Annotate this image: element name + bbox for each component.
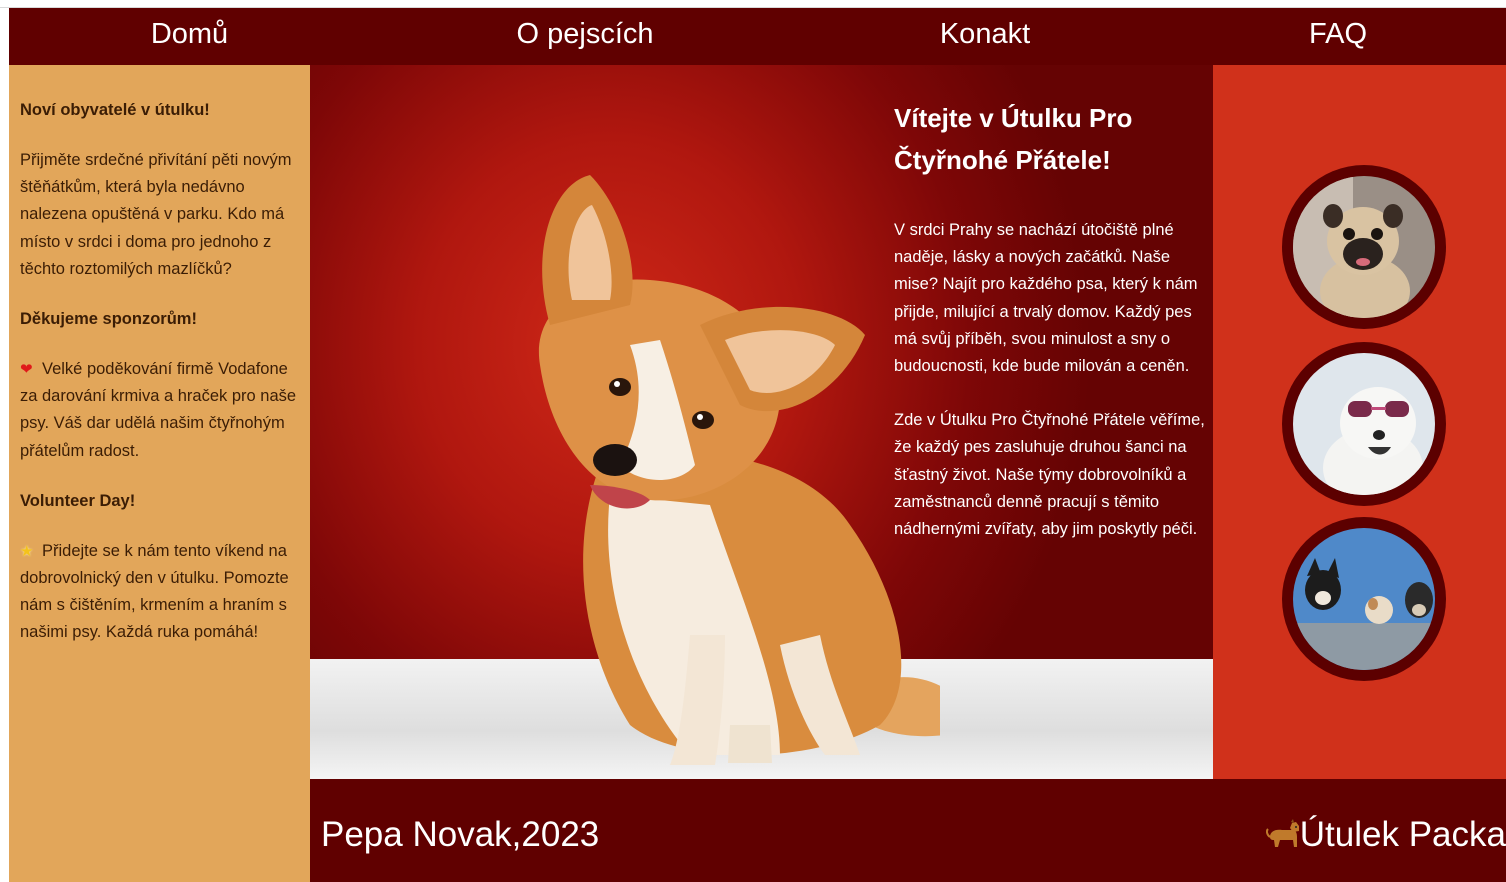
star-icon: ★ <box>20 542 34 560</box>
heart-icon: ❤ <box>20 361 33 379</box>
page-footer: Pepa Novak,2023 Útulek Packa <box>310 779 1506 882</box>
welcome-paragraph-2: Zde v Útulku Pro Čtyřnohé Přátele věříme… <box>894 411 1205 539</box>
sponsors-title: Děkujeme sponzorům! <box>20 310 197 329</box>
footer-author: Pepa Novak,2023 <box>321 815 600 854</box>
sponsors-paragraph: ❤ Velké poděkování firmě Vodafone za daro… <box>20 356 298 465</box>
footer-sidebar-continuation <box>9 779 310 882</box>
hero-section: Vítejte v Útulku Pro Čtyřnohé Přátele! V… <box>310 65 1213 779</box>
pug-image <box>1293 176 1435 318</box>
corgi-image <box>538 175 940 765</box>
welcome-title: Vítejte v Útulku Pro Čtyřnohé Přátele! <box>894 103 1133 175</box>
dog-photo-group[interactable] <box>1282 517 1446 681</box>
nav-link-home[interactable]: Domů <box>9 8 370 65</box>
dog-photo-pug[interactable] <box>1282 165 1446 329</box>
volunteer-paragraph: ★ Přidejte se k nám tento víkend na dobro… <box>20 538 298 647</box>
news-title: Noví obyvatelé v útulku! <box>20 101 210 119</box>
sponsors-text: Velké poděkování firmě Vodafone za darov… <box>20 360 297 460</box>
footer-brand-label: Útulek Packa <box>1299 815 1506 854</box>
welcome-paragraph-1: V srdci Prahy se nachází útočiště plné n… <box>894 221 1198 376</box>
sunglasses-dog-image <box>1293 353 1435 495</box>
dog-icon <box>1265 819 1299 847</box>
dog-group-image <box>1293 528 1435 670</box>
dog-gallery <box>1213 65 1506 779</box>
volunteer-text: Přidejte se k nám tento víkend na dobrov… <box>20 541 289 642</box>
dog-photo-sunglasses[interactable] <box>1282 342 1446 506</box>
nav-link-dogs[interactable]: O pejscích <box>370 8 800 65</box>
nav-link-contact[interactable]: Konakt <box>800 8 1170 65</box>
footer-brand: Útulek Packa <box>1265 815 1506 855</box>
volunteer-title: Volunteer Day! <box>20 491 136 510</box>
news-text: Přijměte srdečné přivítání pěti novým št… <box>20 151 292 278</box>
news-sidebar: Noví obyvatelé v útulku! Přijměte srdečn… <box>9 65 310 882</box>
browser-top-edge <box>0 0 1506 8</box>
nav-link-faq[interactable]: FAQ <box>1170 8 1506 65</box>
welcome-text: Vítejte v Útulku Pro Čtyřnohé Přátele! V… <box>894 97 1206 570</box>
main-navigation: Domů O pejscích Konakt FAQ <box>9 8 1506 65</box>
